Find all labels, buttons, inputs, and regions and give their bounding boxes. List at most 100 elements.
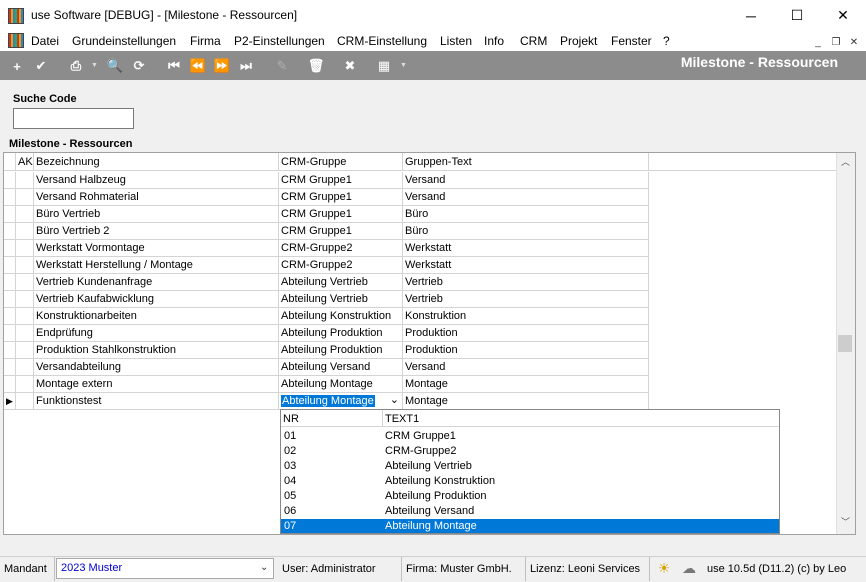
row-indicator[interactable] — [4, 291, 16, 308]
scrollbar-thumb[interactable] — [838, 335, 852, 352]
table-row[interactable]: Vertrieb Kaufabwicklung Abteilung Vertrie… — [4, 291, 649, 308]
mdi-close-button[interactable]: ✕ — [846, 35, 862, 49]
table-row[interactable]: Büro Vertrieb 2 CRM Gruppe1 Büro — [4, 223, 649, 240]
cell-ak[interactable] — [16, 172, 34, 189]
cell-gruppen-text[interactable]: Montage — [403, 376, 649, 393]
dropdown-option[interactable]: 03 Abteilung Vertrieb — [281, 459, 779, 474]
table-row[interactable]: Produktion Stahlkonstruktion Abteilung Pr… — [4, 342, 649, 359]
column-header-crm-gruppe[interactable]: CRM-Gruppe — [279, 153, 403, 171]
search-icon[interactable]: 🔍 — [105, 56, 125, 76]
cell-bezeichnung[interactable]: Konstruktionarbeiten — [34, 308, 279, 325]
cell-bezeichnung[interactable]: Werkstatt Vormontage — [34, 240, 279, 257]
grid-options-icon[interactable]: ▦ — [374, 56, 394, 76]
cell-ak[interactable] — [16, 291, 34, 308]
checkmark-icon[interactable]: ✔ — [31, 56, 51, 76]
cell-gruppen-text[interactable]: Konstruktion — [403, 308, 649, 325]
cell-crm-gruppe[interactable]: Abteilung Produktion — [279, 342, 403, 359]
search-code-input[interactable] — [13, 108, 134, 129]
first-record-icon[interactable]: ⏮ — [164, 56, 184, 76]
crm-gruppe-editor-value[interactable]: Abteilung Montage — [281, 395, 375, 407]
add-icon[interactable]: + — [7, 56, 27, 76]
print-icon[interactable]: ⎙ — [66, 56, 86, 76]
cell-gruppen-text[interactable]: Versand — [403, 189, 649, 206]
chevron-down-icon[interactable]: ⌄ — [260, 562, 268, 573]
sun-icon[interactable]: ☀ — [653, 558, 675, 579]
dropdown-option[interactable]: 02 CRM-Gruppe2 — [281, 444, 779, 459]
row-indicator[interactable] — [4, 206, 16, 223]
cell-crm-gruppe[interactable]: Abteilung Montage — [279, 376, 403, 393]
table-row[interactable]: Vertrieb Kundenanfrage Abteilung Vertrieb… — [4, 274, 649, 291]
menu-item-projekt[interactable]: Projekt — [560, 34, 597, 48]
cell-gruppen-text[interactable]: Vertrieb — [403, 291, 649, 308]
cell-ak[interactable] — [16, 308, 34, 325]
menu-item-listen[interactable]: Listen — [440, 34, 472, 48]
cell-bezeichnung[interactable]: Vertrieb Kundenanfrage — [34, 274, 279, 291]
menu-item-crm[interactable]: CRM — [520, 34, 547, 48]
row-indicator[interactable] — [4, 240, 16, 257]
cell-gruppen-text[interactable]: Werkstatt — [403, 240, 649, 257]
mdi-minimize-button[interactable]: _ — [810, 35, 826, 49]
dropdown-option[interactable]: 01 CRM Gruppe1 — [281, 429, 779, 444]
menu-item-firma[interactable]: Firma — [190, 34, 221, 48]
dropdown-option[interactable]: 04 Abteilung Konstruktion — [281, 474, 779, 489]
maximize-button[interactable]: ☐ — [774, 0, 820, 31]
cell-ak[interactable] — [16, 393, 34, 410]
cell-crm-gruppe[interactable]: Abteilung Produktion — [279, 325, 403, 342]
delete-icon[interactable]: 🗑 — [306, 56, 326, 76]
row-indicator[interactable] — [4, 274, 16, 291]
grid-options-dropdown-arrow-icon[interactable]: ▼ — [400, 62, 408, 70]
column-header-ak[interactable]: AK — [16, 153, 34, 171]
cell-ak[interactable] — [16, 257, 34, 274]
cell-crm-gruppe[interactable]: CRM Gruppe1 — [279, 223, 403, 240]
cell-bezeichnung[interactable]: Büro Vertrieb 2 — [34, 223, 279, 240]
row-indicator[interactable] — [4, 376, 16, 393]
cell-ak[interactable] — [16, 359, 34, 376]
cell-bezeichnung[interactable]: Versand Halbzeug — [34, 172, 279, 189]
previous-record-icon[interactable]: ⏪ — [188, 56, 208, 76]
cell-ak[interactable] — [16, 189, 34, 206]
cell-bezeichnung[interactable]: Werkstatt Herstellung / Montage — [34, 257, 279, 274]
row-indicator[interactable] — [4, 189, 16, 206]
cell-bezeichnung[interactable]: Montage extern — [34, 376, 279, 393]
menu-item-datei[interactable]: Datei — [31, 34, 59, 48]
cell-ak[interactable] — [16, 274, 34, 291]
cell-crm-gruppe[interactable]: CRM Gruppe1 — [279, 172, 403, 189]
print-dropdown-arrow-icon[interactable]: ▼ — [91, 62, 99, 70]
current-row-indicator[interactable]: ▶ — [4, 393, 16, 410]
menu-item-info[interactable]: Info — [484, 34, 504, 48]
cell-gruppen-text[interactable]: Produktion — [403, 325, 649, 342]
table-row[interactable]: Werkstatt Herstellung / Montage CRM-Grupp… — [4, 257, 649, 274]
cell-crm-gruppe-editor[interactable]: Abteilung Montage ⌄ — [279, 393, 403, 410]
cloud-icon[interactable]: ☁ — [678, 558, 700, 579]
scroll-down-icon[interactable]: ﹀ — [836, 515, 855, 532]
row-indicator[interactable] — [4, 257, 16, 274]
dropdown-option[interactable]: 07 Abteilung Montage — [281, 519, 779, 533]
row-indicator[interactable] — [4, 325, 16, 342]
cell-ak[interactable] — [16, 223, 34, 240]
dropdown-option[interactable]: 06 Abteilung Versand — [281, 504, 779, 519]
table-row[interactable]: Endprüfung Abteilung Produktion Produktion — [4, 325, 649, 342]
row-indicator[interactable] — [4, 172, 16, 189]
table-row[interactable]: ▶ Funktionstest Abteilung Montage ⌄ Montage — [4, 393, 649, 410]
table-row[interactable]: Versand Halbzeug CRM Gruppe1 Versand — [4, 172, 649, 189]
cell-bezeichnung[interactable]: Vertrieb Kaufabwicklung — [34, 291, 279, 308]
row-indicator[interactable] — [4, 308, 16, 325]
menu-item-help[interactable]: ? — [663, 34, 670, 48]
cell-ak[interactable] — [16, 376, 34, 393]
cell-gruppen-text[interactable]: Büro — [403, 206, 649, 223]
cell-ak[interactable] — [16, 342, 34, 359]
cell-bezeichnung[interactable]: Endprüfung — [34, 325, 279, 342]
cell-crm-gruppe[interactable]: Abteilung Versand — [279, 359, 403, 376]
cell-gruppen-text[interactable]: Werkstatt — [403, 257, 649, 274]
refresh-icon[interactable]: ⟳ — [129, 56, 149, 76]
cell-crm-gruppe[interactable]: Abteilung Konstruktion — [279, 308, 403, 325]
menu-item-fenster[interactable]: Fenster — [611, 34, 652, 48]
scroll-up-icon[interactable]: ︿ — [836, 155, 855, 172]
mdi-app-icon[interactable] — [8, 33, 24, 48]
cell-ak[interactable] — [16, 325, 34, 342]
cell-crm-gruppe[interactable]: Abteilung Vertrieb — [279, 291, 403, 308]
row-indicator[interactable] — [4, 359, 16, 376]
menu-item-crm-einstellung[interactable]: CRM-Einstellung — [337, 34, 427, 48]
close-button[interactable]: ✕ — [820, 0, 866, 31]
cell-gruppen-text[interactable]: Versand — [403, 172, 649, 189]
